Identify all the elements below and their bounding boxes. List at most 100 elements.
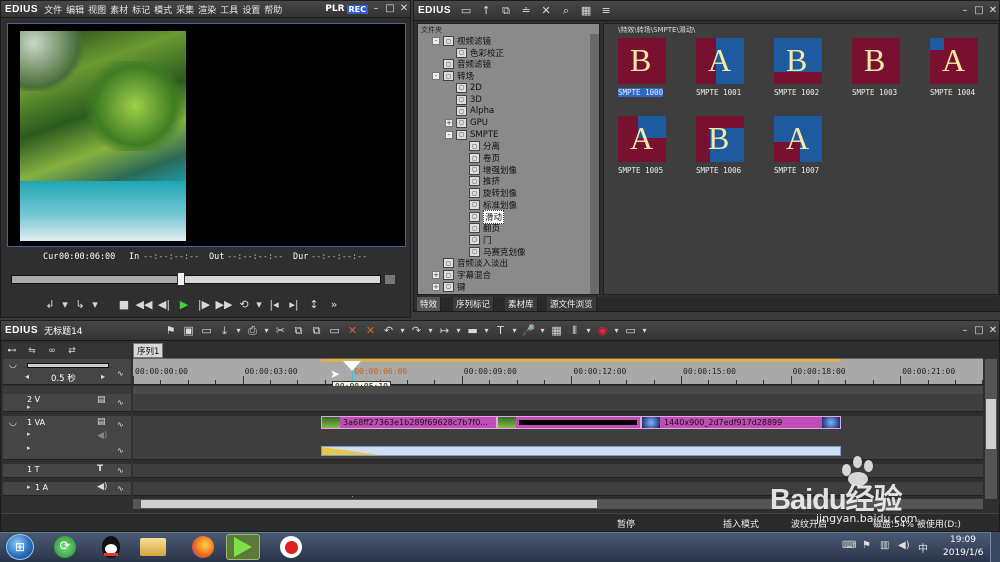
timeline-tool-18-icon[interactable]: ▾: [455, 323, 463, 339]
menu-item-2[interactable]: 视图: [88, 6, 106, 16]
tree-item[interactable]: ◻ 翻页: [458, 222, 500, 234]
loop-icon[interactable]: ⟲: [235, 296, 253, 312]
tray-volume-icon[interactable]: ◀): [898, 540, 910, 551]
effects-tab[interactable]: 特效: [417, 297, 442, 311]
transition-block[interactable]: [497, 416, 641, 429]
show-desktop-button[interactable]: [990, 532, 1000, 562]
timeline-tool-28-icon[interactable]: ◉: [595, 323, 611, 339]
mark-in-icon[interactable]: ↲: [41, 296, 59, 312]
menu-item-7[interactable]: 渲染: [198, 6, 216, 16]
track-2v-expand-icon[interactable]: ▸: [27, 403, 31, 411]
effect-thumbnail[interactable]: A: [930, 38, 978, 84]
tree-item[interactable]: ◻ 滑动: [458, 209, 505, 224]
more-icon[interactable]: »: [325, 296, 343, 312]
track-1va-lock-icon[interactable]: ◡: [9, 418, 17, 428]
list-icon[interactable]: ≡: [597, 3, 615, 19]
expand-icon[interactable]: +: [432, 282, 440, 291]
taskbar-recorder[interactable]: [274, 534, 308, 560]
tl-minimize-icon[interactable]: –: [959, 325, 971, 337]
effects-tab[interactable]: 序列标记: [453, 297, 495, 311]
play-icon[interactable]: ▶: [175, 296, 193, 312]
loop-dropdown-icon[interactable]: ▾: [255, 296, 263, 312]
tree-item[interactable]: ◻ 2D: [445, 82, 482, 94]
timeline-tool-21-icon[interactable]: T: [493, 323, 509, 339]
minimize-icon[interactable]: –: [370, 3, 382, 15]
zoom-right-icon[interactable]: ▸: [101, 372, 105, 381]
timeline-tool-13-icon[interactable]: ↶: [381, 323, 397, 339]
clock-date[interactable]: 2019/1/6: [943, 548, 983, 558]
start-button[interactable]: ⊞: [6, 534, 34, 560]
timeline-tool-24-icon[interactable]: ▾: [539, 323, 547, 339]
expand-icon[interactable]: +: [445, 118, 453, 127]
tree-item[interactable]: ◻ Alpha: [445, 105, 494, 117]
effects-tab[interactable]: 源文件浏览: [547, 297, 597, 311]
menu-item-3[interactable]: 素材: [110, 6, 128, 16]
timeline-tool-0-icon[interactable]: ⚑: [163, 323, 179, 339]
insert-icon[interactable]: |◂: [265, 296, 283, 312]
tree-item[interactable]: - ◻ 转场: [432, 70, 474, 82]
timeline-tool-20-icon[interactable]: ▾: [483, 323, 491, 339]
stop-icon[interactable]: ■: [115, 296, 133, 312]
timeline-tool-15-icon[interactable]: ↷: [409, 323, 425, 339]
playhead-marker[interactable]: [343, 361, 361, 371]
track-1t-head[interactable]: 1 T T ∿: [3, 464, 131, 478]
step-back-icon[interactable]: ◀|: [155, 296, 173, 312]
track-1va-head[interactable]: ◡ 1 VA ▤ ◀) ▸ ▸ ∿ ∿: [3, 416, 131, 460]
link-toggle-icon[interactable]: ⊷: [3, 343, 21, 359]
tray-flag-icon[interactable]: ⚑: [862, 540, 871, 551]
in-dropdown-icon[interactable]: ▾: [61, 296, 69, 312]
delete-icon[interactable]: ✕: [537, 3, 555, 19]
time-ruler[interactable]: 00:00:00:00 00:00:03:00 00:00:06:00 00:00:0…: [133, 359, 984, 385]
tree-item[interactable]: ◻ 音频淡入淡出: [432, 257, 508, 269]
effect-thumbnail[interactable]: B: [618, 38, 666, 84]
track-2v-wave-icon[interactable]: ∿: [117, 398, 124, 407]
taskbar-explorer[interactable]: [136, 534, 170, 560]
timeline-tool-29-icon[interactable]: ▾: [613, 323, 621, 339]
tree-item[interactable]: ◻ 分离: [458, 140, 500, 152]
tree-item[interactable]: ◻ 音频滤镜: [432, 58, 491, 70]
tree-item[interactable]: ◻ 推挤: [458, 175, 500, 187]
track-1a-head[interactable]: ▸ 1 A ◀) ∿: [3, 482, 131, 496]
menu-item-10[interactable]: 帮助: [264, 6, 282, 16]
folder-icon[interactable]: ▭: [457, 3, 475, 19]
menu-item-6[interactable]: 采集: [176, 6, 194, 16]
timeline-tool-14-icon[interactable]: ▾: [399, 323, 407, 339]
timeline-tool-12-icon[interactable]: ✕: [363, 323, 379, 339]
menu-item-0[interactable]: 文件: [44, 6, 62, 16]
timeline-tool-3-icon[interactable]: ⤓: [217, 323, 233, 339]
timeline-tool-9-icon[interactable]: ⧉: [309, 323, 325, 339]
track-1t-title-icon[interactable]: T: [97, 464, 103, 474]
video-clip-2[interactable]: 1440x900_2d7edf917d28899: [641, 416, 841, 429]
timeline-tool-22-icon[interactable]: ▾: [511, 323, 519, 339]
timeline-tool-26-icon[interactable]: ⫴: [567, 323, 583, 339]
timeline-tool-4-icon[interactable]: ▾: [235, 323, 243, 339]
zoom-left-icon[interactable]: ◂: [25, 372, 29, 381]
timeline-tool-7-icon[interactable]: ✂: [273, 323, 289, 339]
timeline-tool-5-icon[interactable]: ⎙: [245, 323, 261, 339]
expand-icon[interactable]: +: [432, 271, 440, 279]
tray-keyboard-icon[interactable]: ⌨: [842, 540, 856, 551]
menu-item-4[interactable]: 标记: [132, 6, 150, 16]
tree-scrollbar[interactable]: [590, 34, 599, 294]
ruler-lock-icon[interactable]: ◡: [9, 360, 17, 370]
tree-item[interactable]: + ◻ GPU: [445, 117, 488, 129]
track-1a-audio-icon[interactable]: ◀): [97, 482, 107, 492]
tree-item[interactable]: - ◻ 视频滤镜: [432, 35, 491, 47]
tree-item[interactable]: + ◻ 字幕混合: [432, 269, 491, 281]
rec-badge[interactable]: REC: [346, 4, 368, 14]
tree-item[interactable]: ◻ 旋转划像: [458, 187, 517, 199]
effect-thumbnail[interactable]: A: [774, 116, 822, 162]
tree-item[interactable]: ◻ 色彩校正: [445, 47, 504, 59]
effect-thumbnail[interactable]: B: [852, 38, 900, 84]
clock-time[interactable]: 19:09: [950, 535, 976, 545]
timeline-tool-10-icon[interactable]: ▭: [327, 323, 343, 339]
track-1va-video-icon[interactable]: ▤: [97, 417, 106, 427]
timeline-tool-19-icon[interactable]: ▬: [465, 323, 481, 339]
replace-icon[interactable]: ↕: [305, 296, 323, 312]
effects-maximize-icon[interactable]: □: [973, 5, 985, 17]
tree-item[interactable]: ◻ 门: [458, 234, 492, 246]
taskbar-firefox[interactable]: [186, 534, 220, 560]
rewind-icon[interactable]: ◀◀: [135, 296, 153, 312]
plr-label[interactable]: PLR: [325, 4, 344, 14]
status-insert[interactable]: 插入模式: [723, 517, 759, 530]
